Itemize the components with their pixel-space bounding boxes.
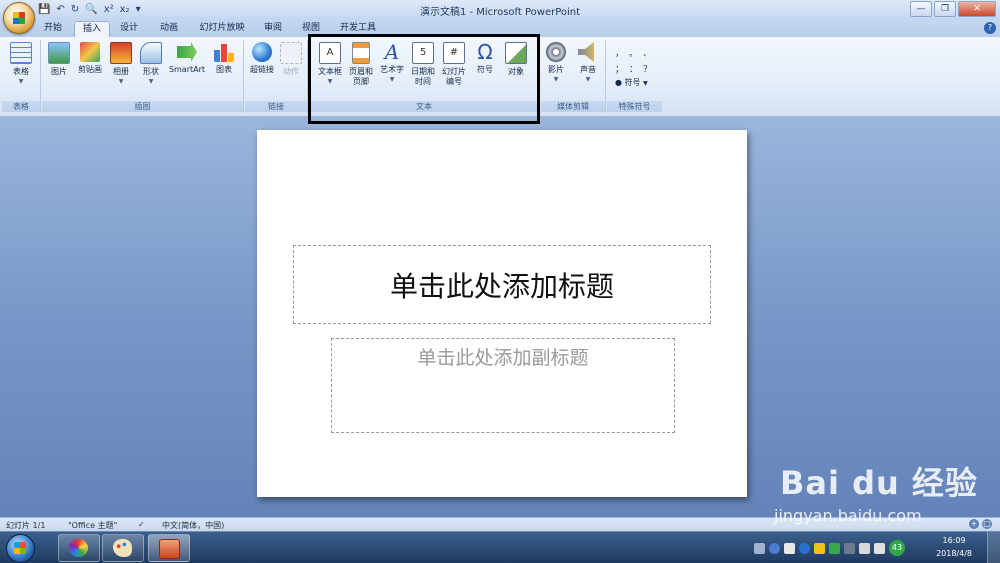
title-bar: 💾 ↶ ↻ 🔍 x² x₂ ▾ 演示文稿1 - Microsoft PowerP… bbox=[0, 0, 1000, 21]
subtitle-placeholder[interactable]: 单击此处添加副标题 bbox=[331, 338, 675, 433]
chevron-down-icon: ▼ bbox=[585, 76, 591, 83]
movie-button[interactable]: 影片 ▼ bbox=[541, 42, 571, 85]
symbol-semicolon[interactable]: ； bbox=[615, 62, 624, 75]
symbol-bullet-icon: ● bbox=[615, 78, 622, 87]
restore-icon[interactable]: ❐ bbox=[934, 1, 956, 17]
film-reel-icon bbox=[546, 42, 566, 62]
chevron-down-icon: ▼ bbox=[643, 80, 648, 87]
group-special-symbols: ， 。 、 ； ： ？ ● 符号 ▼ 特殊符号 bbox=[607, 40, 662, 113]
photo-album-icon bbox=[110, 42, 132, 64]
picture-icon bbox=[48, 42, 70, 64]
windows-logo-icon bbox=[14, 542, 26, 554]
help-tray-icon[interactable] bbox=[769, 542, 780, 554]
office-logo-icon bbox=[13, 12, 25, 24]
taskbar-app-paint[interactable] bbox=[102, 534, 144, 562]
chevron-down-icon: ▼ bbox=[553, 76, 559, 83]
table-button[interactable]: 表格 ▼ bbox=[6, 42, 36, 87]
office-button[interactable] bbox=[3, 2, 35, 34]
network-speed-badge[interactable]: 43 bbox=[889, 540, 905, 556]
table-icon bbox=[10, 42, 32, 64]
language-status[interactable]: 中文(简体，中国) bbox=[162, 520, 224, 531]
group-label: 链接 bbox=[245, 101, 307, 112]
smartart-icon bbox=[177, 42, 197, 62]
smartart-button[interactable]: SmartArt bbox=[166, 42, 208, 75]
tab-animation[interactable]: 动画 bbox=[152, 21, 186, 36]
group-label: 插图 bbox=[42, 101, 243, 112]
minimize-icon[interactable]: — bbox=[910, 1, 932, 17]
symbol-colon[interactable]: ： bbox=[629, 62, 638, 75]
picture-button[interactable]: 图片 bbox=[46, 42, 72, 77]
show-desktop-button[interactable] bbox=[987, 532, 1000, 563]
title-placeholder[interactable]: 单击此处添加标题 bbox=[293, 245, 711, 324]
hyperlink-button[interactable]: 超链接 bbox=[247, 42, 277, 75]
keyboard-icon[interactable] bbox=[754, 542, 765, 554]
tab-insert[interactable]: 插入 bbox=[74, 21, 110, 37]
clipboard-icon[interactable] bbox=[784, 542, 795, 554]
tab-home[interactable]: 开始 bbox=[38, 21, 68, 36]
group-links: 超链接 动作 链接 bbox=[245, 40, 308, 113]
group-illustrations: 图片 剪贴画 相册 ▼ 形状 ▼ SmartArt 图表 插图 bbox=[42, 40, 244, 113]
clipart-icon bbox=[80, 42, 100, 62]
network-icon[interactable] bbox=[859, 542, 870, 554]
system-tray: 43 bbox=[754, 540, 905, 556]
color-wheel-icon bbox=[69, 539, 88, 557]
taskbar: 43 16:09 2018/4/8 bbox=[0, 531, 1000, 563]
sound-button[interactable]: 声音 ▼ bbox=[573, 42, 603, 85]
window-title: 演示文稿1 - Microsoft PowerPoint bbox=[419, 7, 581, 18]
plus-icon[interactable] bbox=[829, 542, 840, 554]
tab-slideshow[interactable]: 幻灯片放映 bbox=[194, 21, 250, 36]
monitor-icon[interactable] bbox=[844, 542, 855, 554]
symbol-comma[interactable]: ， bbox=[615, 46, 624, 59]
group-label: 媒体剪辑 bbox=[541, 101, 605, 112]
start-button[interactable] bbox=[6, 534, 35, 563]
clock-time: 16:09 bbox=[942, 536, 966, 545]
close-icon[interactable]: ✕ bbox=[958, 1, 996, 17]
slide-canvas[interactable]: 单击此处添加标题 单击此处添加副标题 bbox=[257, 130, 747, 497]
symbol-enumeration-comma[interactable]: 、 bbox=[643, 46, 652, 59]
security-icon[interactable] bbox=[799, 542, 810, 554]
volume-icon[interactable] bbox=[874, 542, 885, 554]
chart-icon bbox=[214, 44, 234, 62]
shapes-icon bbox=[140, 42, 162, 64]
special-symbol-button[interactable]: ● 符号 ▼ bbox=[615, 78, 657, 89]
tab-design[interactable]: 设计 bbox=[114, 21, 144, 36]
group-label: 表格 bbox=[2, 101, 40, 112]
action-button[interactable]: 动作 bbox=[277, 42, 305, 77]
chevron-down-icon: ▼ bbox=[18, 78, 24, 85]
globe-icon bbox=[252, 42, 272, 62]
symbol-period[interactable]: 。 bbox=[629, 46, 638, 59]
slide-count: 幻灯片 1/1 bbox=[6, 521, 46, 530]
action-icon bbox=[280, 42, 302, 64]
clock-date: 2018/4/8 bbox=[936, 549, 972, 558]
album-button[interactable]: 相册 ▼ bbox=[108, 42, 134, 87]
chart-button[interactable]: 图表 bbox=[210, 42, 238, 75]
highlight-box bbox=[308, 34, 540, 124]
clipart-button[interactable]: 剪贴画 bbox=[74, 42, 106, 75]
taskbar-app-browser[interactable] bbox=[58, 534, 100, 562]
theme-name: "Office 主题" bbox=[68, 521, 118, 530]
watermark-logo-text: Bai du 经验 bbox=[780, 464, 978, 502]
shapes-button[interactable]: 形状 ▼ bbox=[138, 42, 164, 87]
slide-editor-area: 单击此处添加标题 单击此处添加副标题 bbox=[0, 117, 1000, 517]
system-clock[interactable]: 16:09 2018/4/8 bbox=[936, 534, 972, 560]
powerpoint-icon bbox=[159, 539, 180, 559]
paint-palette-icon bbox=[113, 539, 132, 557]
chevron-down-icon: ▼ bbox=[118, 78, 124, 85]
qq-icon[interactable] bbox=[814, 542, 825, 554]
symbol-question[interactable]: ？ bbox=[643, 62, 652, 75]
chevron-down-icon: ▼ bbox=[148, 78, 154, 85]
spellcheck-icon[interactable]: ✓ bbox=[138, 520, 145, 529]
tab-review[interactable]: 审阅 bbox=[258, 21, 288, 36]
group-table: 表格 ▼ 表格 bbox=[2, 40, 41, 113]
baidu-watermark: Bai du 经验 jingyan.baidu.com bbox=[774, 458, 978, 525]
help-icon[interactable]: ? bbox=[984, 22, 996, 34]
fit-window-icon[interactable]: □ bbox=[982, 519, 992, 529]
group-label: 特殊符号 bbox=[607, 101, 662, 112]
group-media: 影片 ▼ 声音 ▼ 媒体剪辑 bbox=[541, 40, 606, 113]
watermark-url: jingyan.baidu.com bbox=[774, 506, 922, 525]
taskbar-app-powerpoint[interactable] bbox=[148, 534, 190, 562]
window-controls: — ❐ ✕ bbox=[910, 1, 996, 17]
speaker-icon bbox=[578, 42, 594, 62]
